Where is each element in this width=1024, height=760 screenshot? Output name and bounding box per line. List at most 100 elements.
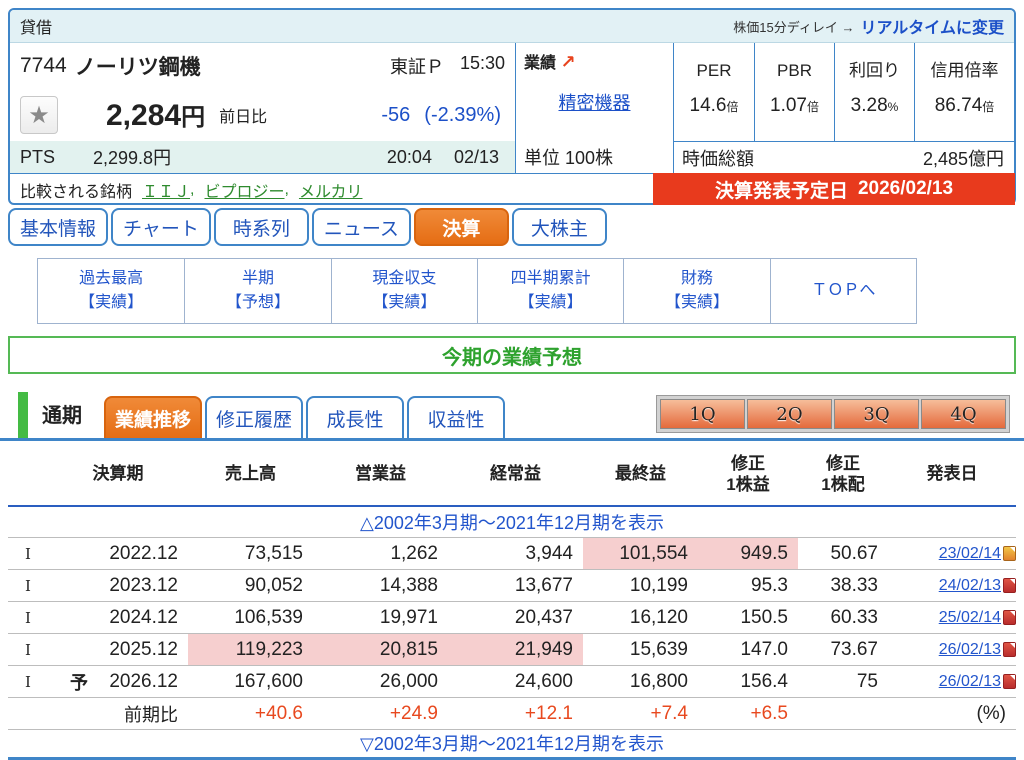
- calendar-icon[interactable]: [1003, 546, 1016, 561]
- quarter-2q-button[interactable]: 2Q: [747, 399, 832, 429]
- announcement-date-link[interactable]: 26/02/13: [939, 673, 1001, 691]
- favorite-button[interactable]: ★: [20, 96, 58, 134]
- quote-time: 15:30: [460, 53, 505, 79]
- table-row: Ⅰ 2023.12 90,052 14,388 13,677 10,199 95…: [8, 569, 1016, 601]
- announcement-date-link[interactable]: 24/02/13: [939, 577, 1001, 595]
- cell-net: 16,800: [583, 666, 698, 697]
- quarter-4q-button[interactable]: 4Q: [921, 399, 1006, 429]
- cell-div: 75: [798, 666, 888, 697]
- cell-op: 19,971: [313, 602, 448, 633]
- accounting-standard-mark: Ⅰ: [8, 641, 48, 659]
- quarter-button-panel: 1Q 2Q 3Q 4Q: [656, 395, 1010, 433]
- pdf-icon[interactable]: [1003, 578, 1016, 593]
- margin-trading-label: 貸借: [20, 14, 52, 38]
- yoy-sales: +40.6: [188, 698, 313, 729]
- quarter-3q-button[interactable]: 3Q: [834, 399, 919, 429]
- table-row: Ⅰ 2022.12 73,515 1,262 3,944 101,554 949…: [8, 537, 1016, 569]
- cell-sales-record-high: 119,223: [188, 634, 313, 665]
- cell-op: 14,388: [313, 570, 448, 601]
- cell-sales: 90,052: [188, 570, 313, 601]
- cell-net: 16,120: [583, 602, 698, 633]
- compare-stocks-row: 比較される銘柄 ＩＩＪ, ビプロジー, メルカリ 決算発表予定日 2026/02…: [10, 173, 1014, 205]
- tab-basic-info[interactable]: 基本情報: [8, 208, 108, 246]
- period-label: 通期: [42, 399, 82, 428]
- cell-div: 60.33: [798, 602, 888, 633]
- cell-period: 2022.12: [48, 538, 188, 569]
- pdf-icon[interactable]: [1003, 610, 1016, 625]
- col-header-op: 営業益: [313, 463, 448, 484]
- compare-link-biprogy[interactable]: ビプロジー: [204, 178, 284, 202]
- cell-eps: 150.5: [698, 602, 798, 633]
- tab-time-series[interactable]: 時系列: [214, 208, 309, 246]
- compare-link-iij[interactable]: ＩＩＪ: [142, 178, 190, 202]
- table-row-forecast: Ⅰ 予2026.12 167,600 26,000 24,600 16,800 …: [8, 665, 1016, 697]
- show-older-periods-link-top[interactable]: △2002年3月期〜2021年12月期を表示: [8, 507, 1016, 537]
- quarter-1q-button[interactable]: 1Q: [660, 399, 745, 429]
- yoy-op: +24.9: [313, 698, 448, 729]
- compare-link-mercari[interactable]: メルカリ: [299, 178, 363, 202]
- market-cap-value: 2,485億円: [923, 145, 1004, 171]
- col-header-div: 修正1株配: [798, 453, 888, 496]
- tab-news[interactable]: ニュース: [312, 208, 411, 246]
- announcement-date-link[interactable]: 25/02/14: [939, 609, 1001, 627]
- sector-link[interactable]: 精密機器: [524, 89, 665, 115]
- tab-earnings[interactable]: 決算: [414, 208, 509, 246]
- subnav-record-high[interactable]: 過去最高【実績】: [38, 259, 184, 323]
- cell-ordinary: 20,437: [448, 602, 583, 633]
- metric-yield: 利回り 3.28%: [834, 43, 914, 141]
- table-row: Ⅰ 2025.12 119,223 20,815 21,949 15,639 1…: [8, 633, 1016, 665]
- tab-chart[interactable]: チャート: [111, 208, 211, 246]
- yoy-unit: (%): [888, 698, 1016, 729]
- announcement-date-link[interactable]: 26/02/13: [939, 641, 1001, 659]
- pts-date: 02/13: [454, 147, 499, 168]
- cell-eps: 156.4: [698, 666, 798, 697]
- yoy-label: 前期比: [48, 701, 188, 727]
- pts-time: 20:04: [387, 147, 432, 168]
- cell-period: 予2026.12: [48, 666, 188, 697]
- stock-name: ノーリツ鋼機: [75, 51, 201, 81]
- tab-revision-history[interactable]: 修正履歴: [205, 396, 303, 438]
- cell-div: 73.67: [798, 634, 888, 665]
- tab-profitability[interactable]: 収益性: [407, 396, 505, 438]
- cell-div: 50.67: [798, 538, 888, 569]
- tab-major-shareholders[interactable]: 大株主: [512, 208, 607, 246]
- show-older-periods-link-bottom[interactable]: ▽2002年3月期〜2021年12月期を表示: [8, 729, 1016, 755]
- accounting-standard-mark: Ⅰ: [8, 609, 48, 627]
- trading-unit: 単位 100株: [516, 141, 673, 173]
- accounting-standard-mark: Ⅰ: [8, 545, 48, 563]
- subnav-quarterly-cumulative[interactable]: 四半期累計【実績】: [477, 259, 623, 323]
- header-topbar: 貸借 株価15分ディレイ → リアルタイムに変更: [10, 10, 1014, 43]
- col-header-date: 発表日: [888, 463, 1016, 484]
- market-cap-label: 時価総額: [682, 145, 754, 171]
- cell-net: 10,199: [583, 570, 698, 601]
- cell-eps: 95.3: [698, 570, 798, 601]
- market-label: 東証Ｐ: [390, 53, 444, 79]
- pdf-icon[interactable]: [1003, 674, 1016, 689]
- subnav-top-link[interactable]: ＴＯＰへ: [770, 259, 916, 323]
- cell-op-record-high: 20,815: [313, 634, 448, 665]
- cell-ordinary: 13,677: [448, 570, 583, 601]
- yoy-ordinary: +12.1: [448, 698, 583, 729]
- metric-pbr: PBR 1.07倍: [754, 43, 834, 141]
- tab-growth[interactable]: 成長性: [306, 396, 404, 438]
- pts-price: 2,299.8円: [93, 144, 171, 170]
- section-title: 今期の業績予想: [8, 336, 1016, 374]
- realtime-switch-link[interactable]: リアルタイムに変更: [860, 14, 1004, 38]
- pdf-icon[interactable]: [1003, 642, 1016, 657]
- col-header-ordinary: 経常益: [448, 463, 583, 484]
- yoy-eps: +6.5: [698, 698, 798, 729]
- earnings-announcement-banner: 決算発表予定日 2026/02/13: [653, 173, 1015, 205]
- metric-margin-ratio: 信用倍率 86.74倍: [914, 43, 1014, 141]
- subnav-cash-flow[interactable]: 現金収支【実績】: [331, 259, 477, 323]
- cell-ordinary-record-high: 21,949: [448, 634, 583, 665]
- tab-performance-trend[interactable]: 業績推移: [104, 396, 202, 438]
- cell-sales: 106,539: [188, 602, 313, 633]
- main-nav-tabs: 基本情報 チャート 時系列 ニュース 決算 大株主: [8, 208, 607, 246]
- metric-per: PER 14.6倍: [674, 43, 754, 141]
- announcement-date-link[interactable]: 23/02/14: [939, 545, 1001, 563]
- delay-note: 株価15分ディレイ →: [733, 17, 854, 36]
- subnav-half-year[interactable]: 半期【予想】: [184, 259, 330, 323]
- current-price: 2,284円: [106, 97, 205, 133]
- subnav-financials[interactable]: 財務【実績】: [623, 259, 769, 323]
- cell-op: 1,262: [313, 538, 448, 569]
